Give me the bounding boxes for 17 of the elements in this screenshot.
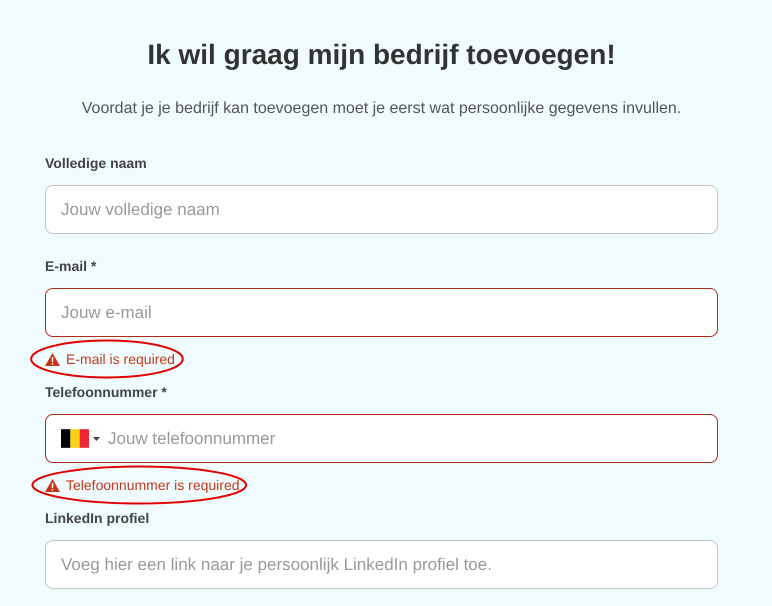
- field-label: Telefoonnummer *: [45, 383, 168, 402]
- error-message: Telefoonnummer is required: [45, 475, 240, 495]
- input-field[interactable]: Jouw volledige naam: [45, 185, 718, 234]
- input-field[interactable]: Voeg hier een link naar je persoonlijk LinkedIn profiel toe.: [45, 540, 718, 589]
- warning-icon: [45, 352, 60, 366]
- input-field[interactable]: Jouw e-mail: [45, 288, 718, 337]
- field-label: E-mail *: [45, 257, 98, 276]
- field-label: LinkedIn profiel: [45, 509, 150, 528]
- phone-field[interactable]: Jouw telefoonnummer: [45, 414, 718, 463]
- page-title: Ik wil graag mijn bedrijf toevoegen!: [146, 38, 617, 72]
- field-label: Volledige naam: [45, 154, 148, 173]
- caret-icon[interactable]: [93, 436, 100, 440]
- phone-input[interactable]: Jouw telefoonnummer: [108, 426, 702, 452]
- warning-icon: [45, 478, 60, 492]
- error-message: E-mail is required: [45, 349, 175, 369]
- page-subtitle: Voordat je je bedrijf kan toevoegen moet je eerst wat persoonlijke gegevens invullen.: [80, 99, 682, 119]
- flag-icon[interactable]: [61, 428, 89, 449]
